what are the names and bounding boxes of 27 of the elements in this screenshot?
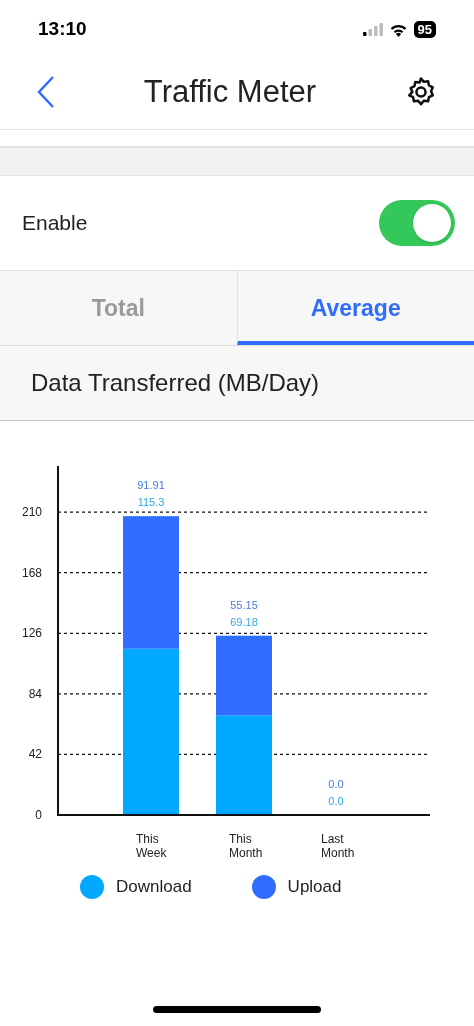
legend-label: Upload	[287, 876, 342, 898]
total-label: 0.0	[328, 778, 344, 790]
y-tick-label: 0	[35, 808, 42, 822]
y-tick-label: 210	[21, 505, 42, 520]
total-label: 115.3	[137, 496, 165, 509]
total-label: 0.0	[328, 795, 344, 807]
enable-toggle[interactable]	[379, 200, 455, 246]
y-tick-label: 126	[21, 626, 42, 641]
legend-label: Download	[116, 876, 192, 898]
battery-level: 95	[413, 21, 436, 38]
back-icon[interactable]	[36, 75, 56, 109]
x-axis-label: This Month	[229, 832, 263, 860]
x-axis-label: Last Month	[321, 832, 355, 860]
tab[interactable]: Total	[0, 271, 237, 345]
section-title: Data Transferred (MB/Day)	[31, 368, 320, 398]
x-axis-label: This Week	[136, 832, 167, 860]
total-label: 91.91	[137, 479, 165, 492]
y-tick-label: 168	[21, 565, 42, 580]
wifi-icon	[388, 22, 408, 37]
total-label: 69.18	[230, 615, 258, 628]
enable-label: Enable	[22, 210, 88, 237]
screen-title: Traffic Meter	[143, 72, 317, 111]
y-tick-label: 84	[28, 686, 42, 701]
y-tick-label: 42	[28, 747, 42, 762]
status-time: 13:10	[38, 17, 87, 42]
total-label: 55.15	[230, 598, 258, 611]
signal-icon	[362, 23, 383, 36]
